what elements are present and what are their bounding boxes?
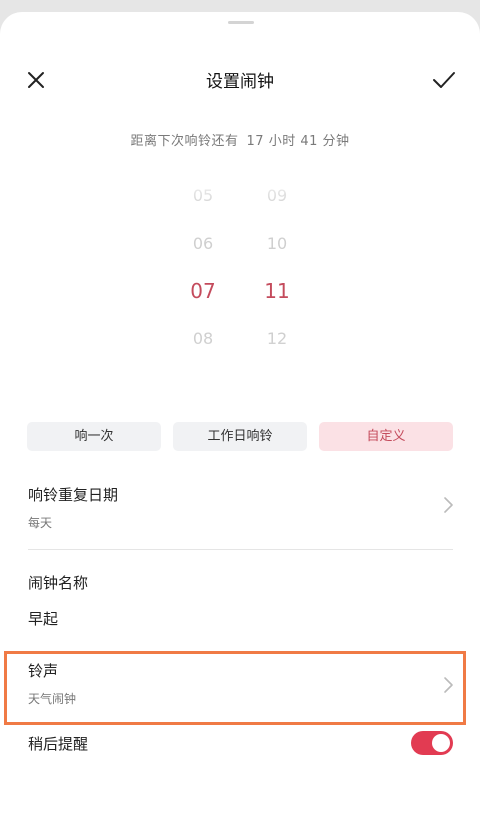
hour-option[interactable]: 06 bbox=[173, 234, 233, 253]
minute-option-selected[interactable]: 11 bbox=[247, 279, 307, 303]
countdown-value: 17 小时 41 分钟 bbox=[246, 134, 350, 149]
chip-once[interactable]: 响一次 bbox=[27, 422, 161, 451]
repeat-days-title: 响铃重复日期 bbox=[28, 486, 119, 504]
snooze-toggle[interactable] bbox=[411, 731, 453, 755]
hour-option[interactable]: 08 bbox=[173, 329, 233, 348]
check-icon bbox=[433, 72, 455, 88]
confirm-button[interactable] bbox=[431, 68, 457, 92]
alarm-settings-sheet: 设置闹钟 距离下次响铃还有 17 小时 41 分钟 05 06 07 08 09 … bbox=[0, 12, 480, 831]
countdown-prefix: 距离下次响铃还有 bbox=[130, 134, 239, 149]
ringtone-highlight-box bbox=[4, 651, 466, 725]
alarm-name-value: 早起 bbox=[28, 610, 59, 628]
hour-picker[interactable]: 05 06 07 08 09 bbox=[173, 172, 233, 377]
hour-option-selected[interactable]: 07 bbox=[173, 279, 233, 303]
minute-option[interactable]: 09 bbox=[247, 186, 307, 205]
divider bbox=[28, 549, 453, 550]
repeat-days-value: 每天 bbox=[28, 516, 53, 530]
page-title: 设置闹钟 bbox=[206, 72, 274, 92]
alarm-name-title: 闹钟名称 bbox=[28, 574, 89, 592]
alarm-name-row[interactable]: 闹钟名称 早起 bbox=[0, 562, 480, 642]
toggle-knob bbox=[432, 734, 450, 752]
repeat-days-row[interactable]: 响铃重复日期 每天 bbox=[0, 474, 480, 550]
countdown-text: 距离下次响铃还有 17 小时 41 分钟 bbox=[0, 130, 480, 149]
chevron-right-icon bbox=[444, 497, 453, 513]
minute-option[interactable]: 12 bbox=[247, 329, 307, 348]
drag-handle[interactable] bbox=[228, 21, 254, 24]
chip-custom[interactable]: 自定义 bbox=[319, 422, 453, 451]
minute-picker[interactable]: 09 10 11 12 13 bbox=[247, 172, 307, 377]
hour-option[interactable]: 05 bbox=[173, 186, 233, 205]
snooze-title: 稍后提醒 bbox=[28, 735, 89, 753]
chip-workdays[interactable]: 工作日响铃 bbox=[173, 422, 307, 451]
minute-option[interactable]: 10 bbox=[247, 234, 307, 253]
snooze-row: 稍后提醒 bbox=[0, 724, 480, 764]
